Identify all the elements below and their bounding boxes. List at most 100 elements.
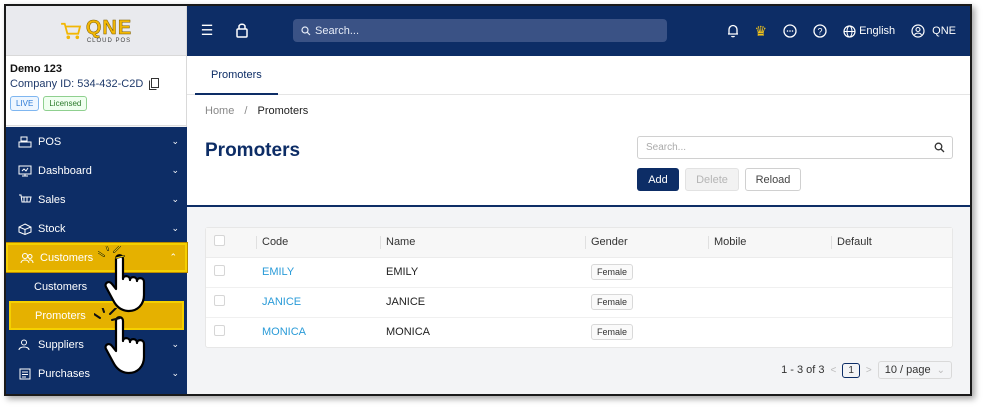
tab-label: Promoters (211, 68, 262, 81)
sidebar-item-label: Purchases (38, 367, 90, 380)
dashboard-icon (18, 165, 32, 176)
delete-button[interactable]: Delete (685, 168, 739, 191)
row-checkbox[interactable] (214, 265, 225, 276)
column-header-mobile[interactable]: Mobile (708, 228, 831, 258)
default-cell (831, 287, 952, 318)
menu-collapse-icon[interactable]: ☰ (197, 22, 217, 39)
chevron-up-icon: ⌃ (169, 252, 177, 262)
licensed-badge: Licensed (43, 96, 88, 111)
language-selector[interactable]: English (843, 24, 896, 38)
breadcrumb: Home / Promoters (205, 105, 308, 117)
row-select-cell (206, 317, 256, 347)
sidebar-item-label: Dashboard (38, 164, 92, 177)
tab-promoters[interactable]: Promoters (195, 56, 278, 95)
chevron-down-icon: ⌄ (171, 136, 179, 146)
chevron-down-icon: ⌄ (171, 165, 179, 175)
user-menu[interactable]: QNE (911, 24, 956, 38)
select-all-checkbox[interactable] (214, 235, 225, 247)
chevron-down-icon: ⌄ (171, 223, 179, 233)
brand-subtitle: CLOUD POS (86, 37, 132, 44)
purchases-icon (19, 368, 31, 379)
row-select-cell (206, 257, 256, 288)
chevron-down-icon: ⌄ (171, 194, 179, 204)
page-number-button[interactable]: 1 (842, 362, 860, 378)
promoters-table: Code Name Gender Mobile Default EMILY EM… (205, 227, 953, 348)
table-row[interactable]: EMILY EMILY Female (206, 257, 952, 288)
pos-icon (18, 136, 32, 147)
globe-icon (843, 24, 856, 38)
mobile-cell (708, 257, 831, 288)
add-button[interactable]: Add (637, 168, 679, 191)
top-bar: ☰ Search... ♛ ? English QNE (187, 6, 970, 56)
row-checkbox[interactable] (214, 295, 225, 306)
mobile-cell (708, 287, 831, 318)
name-cell: EMILY (380, 257, 585, 288)
name-cell: MONICA (386, 326, 430, 339)
main-content: Promoters Home / Promoters Promoters Sea… (187, 56, 970, 394)
suppliers-icon (18, 339, 30, 350)
default-cell (831, 257, 952, 288)
brand-logo[interactable]: QNE CLOUD POS (60, 17, 132, 44)
pagination-range: 1 - 3 of 3 (781, 364, 825, 376)
help-icon[interactable]: ? (813, 24, 827, 38)
chevron-down-icon: ⌄ (171, 339, 179, 349)
sidebar-item-label: Customers (40, 251, 94, 264)
page-size-value: 10 / page (884, 364, 931, 376)
gender-cell: Female (585, 317, 708, 347)
next-page-icon[interactable]: > (866, 365, 872, 376)
company-name: Demo 123 (10, 63, 62, 75)
copy-icon[interactable] (149, 78, 160, 90)
global-search-placeholder: Search... (315, 24, 360, 37)
sidebar-item-dashboard[interactable]: Dashboard ⌄ (6, 156, 187, 185)
gender-tag: Female (591, 294, 634, 310)
sidebar-item-pos[interactable]: POS ⌄ (6, 127, 187, 156)
sidebar-item-label: Suppliers (38, 338, 84, 351)
lock-icon[interactable] (235, 22, 249, 38)
chevron-down-icon: ⌄ (171, 368, 179, 378)
table-row[interactable]: MONICA MONICA Female (206, 317, 952, 347)
prev-page-icon[interactable]: < (830, 365, 836, 376)
click-spark-icon (98, 246, 125, 259)
chevron-down-icon: ⌄ (936, 364, 945, 376)
logo-area: QNE CLOUD POS (6, 6, 186, 56)
column-header-code[interactable]: Code (256, 228, 380, 258)
code-link[interactable]: JANICE (262, 296, 301, 308)
box-icon (18, 222, 32, 235)
sidebar-item-sales[interactable]: Sales ⌄ (6, 185, 187, 214)
tabs-bar: Promoters (187, 56, 970, 95)
user-icon (911, 24, 925, 38)
gender-cell: Female (585, 287, 708, 318)
column-header-default[interactable]: Default (831, 228, 952, 258)
reload-button[interactable]: Reload (745, 168, 801, 191)
row-select-cell (206, 287, 256, 318)
column-header-name[interactable]: Name (380, 228, 585, 258)
search-icon (301, 25, 311, 35)
chat-icon[interactable] (783, 24, 797, 38)
row-checkbox[interactable] (214, 325, 225, 337)
sidebar-item-stock[interactable]: Stock ⌄ (6, 214, 187, 243)
user-name: QNE (932, 25, 956, 37)
mobile-cell (708, 317, 831, 347)
sidebar-item-label: Stock (38, 222, 66, 235)
language-label: English (859, 25, 896, 37)
column-header-gender[interactable]: Gender (585, 228, 708, 258)
gender-tag: Female (591, 324, 634, 341)
cart-logo-icon (60, 22, 81, 39)
page-size-select[interactable]: 10 / page ⌄ (877, 361, 952, 379)
code-link[interactable]: EMILY (262, 266, 294, 278)
bell-icon[interactable] (727, 24, 739, 38)
search-icon[interactable] (934, 142, 945, 153)
breadcrumb-current: Promoters (257, 105, 309, 117)
page-header: Home / Promoters Promoters Search... Add… (187, 95, 970, 207)
company-id-text: Company ID: 534-432-C2D (10, 78, 144, 90)
code-link[interactable]: MONICA (262, 326, 306, 338)
promoter-search-input[interactable]: Search... (637, 136, 953, 159)
crown-icon[interactable]: ♛ (755, 23, 768, 40)
table-row[interactable]: JANICE JANICE Female (206, 287, 952, 318)
breadcrumb-home[interactable]: Home (205, 105, 234, 117)
code-cell: MONICA (256, 317, 380, 347)
code-cell: JANICE (256, 287, 380, 318)
global-search-input[interactable]: Search... (293, 19, 667, 42)
svg-text:?: ? (818, 27, 823, 37)
sidebar: QNE CLOUD POS Demo 123 Company ID: 534-4… (6, 6, 188, 394)
